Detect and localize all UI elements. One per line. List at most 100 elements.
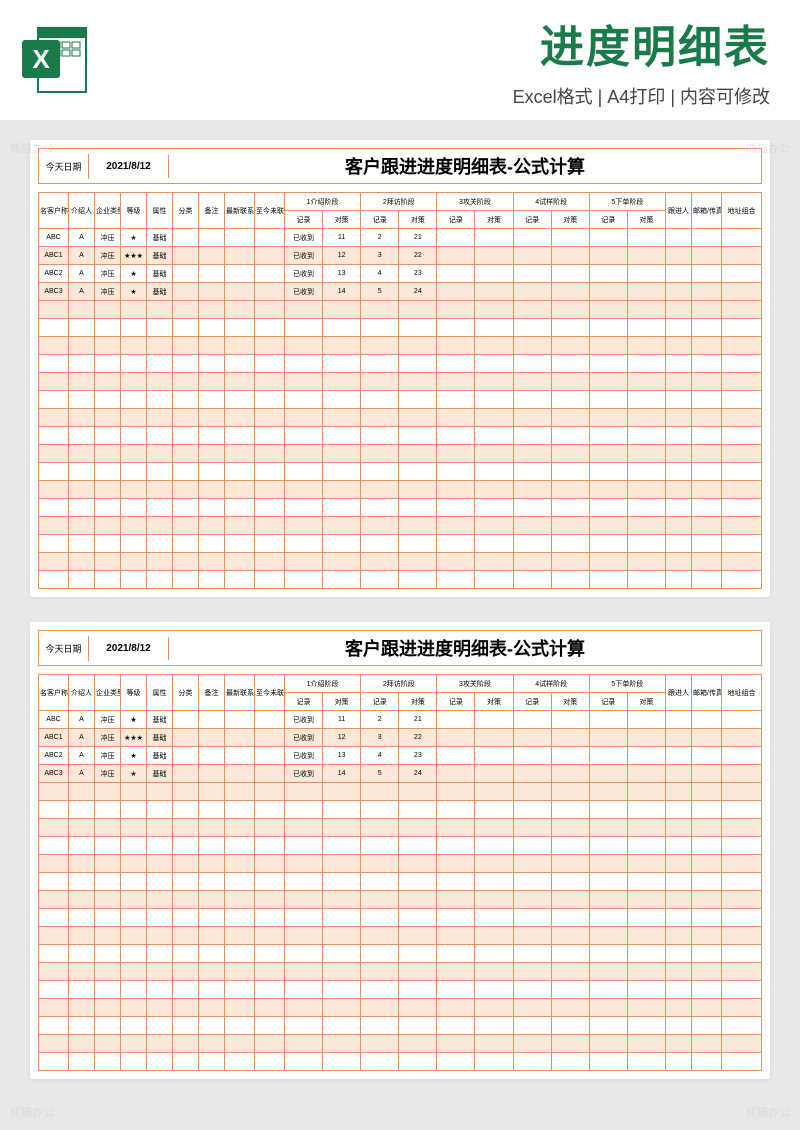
table-row-empty bbox=[39, 373, 762, 391]
col-record: 记录 bbox=[285, 211, 323, 229]
col-type: 企业类型 bbox=[95, 675, 121, 711]
col-category: 分类 bbox=[173, 675, 199, 711]
col-measure: 对策 bbox=[475, 693, 513, 711]
content-area: 今天日期2021/8/12客户跟进进度明细表-公式计算名客户称介绍人企业类型等级… bbox=[0, 120, 800, 1099]
table-row-empty bbox=[39, 855, 762, 873]
table-row-empty bbox=[39, 999, 762, 1017]
col-stage4: 4试样阶段 bbox=[513, 675, 589, 693]
col-remark: 备注 bbox=[199, 675, 225, 711]
table-row-empty bbox=[39, 873, 762, 891]
col-measure: 对策 bbox=[323, 211, 361, 229]
table-row: ABC1A冲压★★★基础已收到12322 bbox=[39, 729, 762, 747]
table-row-empty bbox=[39, 909, 762, 927]
col-days: 至今未联系天数 bbox=[255, 675, 285, 711]
col-contact: 邮箱/传真/QQ bbox=[692, 193, 722, 229]
col-stage5: 5下单阶段 bbox=[589, 193, 665, 211]
table-row: ABC3A冲压★基础已收到14524 bbox=[39, 283, 762, 301]
col-measure: 对策 bbox=[399, 693, 437, 711]
table-row-empty bbox=[39, 517, 762, 535]
table-row-empty bbox=[39, 301, 762, 319]
col-stage3: 3攻关阶段 bbox=[437, 193, 513, 211]
col-record: 记录 bbox=[513, 211, 551, 229]
col-level: 等级 bbox=[121, 193, 147, 229]
page-title: 进度明细表 bbox=[110, 11, 770, 75]
table-row: ABC3A冲压★基础已收到14524 bbox=[39, 765, 762, 783]
col-introducer: 介绍人 bbox=[69, 675, 95, 711]
progress-table: 名客户称介绍人企业类型等级属性分类备注最新联系日期至今未联系天数1介绍阶段2拜访… bbox=[38, 674, 762, 1071]
col-record: 记录 bbox=[285, 693, 323, 711]
col-stage2: 2拜访阶段 bbox=[361, 193, 437, 211]
table-row-empty bbox=[39, 571, 762, 589]
table-row-empty bbox=[39, 499, 762, 517]
table-row-empty bbox=[39, 891, 762, 909]
col-category: 分类 bbox=[173, 193, 199, 229]
table-row-empty bbox=[39, 801, 762, 819]
col-measure: 对策 bbox=[323, 693, 361, 711]
col-measure: 对策 bbox=[399, 211, 437, 229]
table-row: ABCA冲压★基础已收到11221 bbox=[39, 229, 762, 247]
table-row: ABC2A冲压★基础已收到13423 bbox=[39, 265, 762, 283]
col-measure: 对策 bbox=[627, 693, 665, 711]
table-row-empty bbox=[39, 945, 762, 963]
col-record: 记录 bbox=[361, 211, 399, 229]
col-client: 名客户称 bbox=[39, 675, 69, 711]
table-row-empty bbox=[39, 337, 762, 355]
col-measure: 对策 bbox=[475, 211, 513, 229]
table-row-empty bbox=[39, 1035, 762, 1053]
table-row-empty bbox=[39, 1017, 762, 1035]
col-remark: 备注 bbox=[199, 193, 225, 229]
col-follower: 跟进人 bbox=[666, 193, 692, 229]
spreadsheet-preview-2: 今天日期2021/8/12客户跟进进度明细表-公式计算名客户称介绍人企业类型等级… bbox=[30, 622, 770, 1079]
table-row-empty bbox=[39, 783, 762, 801]
table-row-empty bbox=[39, 981, 762, 999]
progress-table: 名客户称介绍人企业类型等级属性分类备注最新联系日期至今未联系天数1介绍阶段2拜访… bbox=[38, 192, 762, 589]
col-stage2: 2拜访阶段 bbox=[361, 675, 437, 693]
table-row-empty bbox=[39, 927, 762, 945]
page-header: X 进度明细表 Excel格式 | A4打印 | 内容可修改 bbox=[0, 0, 800, 120]
col-stage5: 5下单阶段 bbox=[589, 675, 665, 693]
col-days: 至今未联系天数 bbox=[255, 193, 285, 229]
table-row-empty bbox=[39, 1053, 762, 1071]
sheet-title: 客户跟进进度明细表-公式计算 bbox=[169, 149, 761, 183]
col-stage4: 4试样阶段 bbox=[513, 193, 589, 211]
table-row-empty bbox=[39, 409, 762, 427]
col-stage3: 3攻关阶段 bbox=[437, 675, 513, 693]
table-row-empty bbox=[39, 391, 762, 409]
col-address: 地址组合 bbox=[722, 193, 762, 229]
spreadsheet-preview-1: 今天日期2021/8/12客户跟进进度明细表-公式计算名客户称介绍人企业类型等级… bbox=[30, 140, 770, 597]
table-row-empty bbox=[39, 463, 762, 481]
col-type: 企业类型 bbox=[95, 193, 121, 229]
col-stage1: 1介绍阶段 bbox=[285, 675, 361, 693]
table-row-empty bbox=[39, 355, 762, 373]
table-row: ABC1A冲压★★★基础已收到12322 bbox=[39, 247, 762, 265]
table-row-empty bbox=[39, 837, 762, 855]
col-introducer: 介绍人 bbox=[69, 193, 95, 229]
table-row: ABC2A冲压★基础已收到13423 bbox=[39, 747, 762, 765]
col-measure: 对策 bbox=[551, 211, 589, 229]
col-client: 名客户称 bbox=[39, 193, 69, 229]
col-measure: 对策 bbox=[551, 693, 589, 711]
col-attr: 属性 bbox=[147, 675, 173, 711]
table-row-empty bbox=[39, 445, 762, 463]
col-stage1: 1介绍阶段 bbox=[285, 193, 361, 211]
table-row: ABCA冲压★基础已收到11221 bbox=[39, 711, 762, 729]
col-attr: 属性 bbox=[147, 193, 173, 229]
col-record: 记录 bbox=[589, 211, 627, 229]
col-record: 记录 bbox=[513, 693, 551, 711]
date-label: 今天日期 bbox=[39, 154, 89, 179]
date-value: 2021/8/12 bbox=[89, 155, 169, 178]
table-row-empty bbox=[39, 319, 762, 337]
watermark: 熊猫办公 bbox=[10, 1104, 54, 1120]
watermark: 熊猫办公 bbox=[746, 1104, 790, 1120]
table-row-empty bbox=[39, 481, 762, 499]
excel-icon: X bbox=[20, 20, 90, 100]
col-record: 记录 bbox=[589, 693, 627, 711]
col-lastcontact: 最新联系日期 bbox=[225, 675, 255, 711]
col-record: 记录 bbox=[361, 693, 399, 711]
svg-text:X: X bbox=[32, 44, 50, 74]
col-level: 等级 bbox=[121, 675, 147, 711]
table-row-empty bbox=[39, 535, 762, 553]
col-measure: 对策 bbox=[627, 211, 665, 229]
date-value: 2021/8/12 bbox=[89, 637, 169, 660]
table-row-empty bbox=[39, 819, 762, 837]
